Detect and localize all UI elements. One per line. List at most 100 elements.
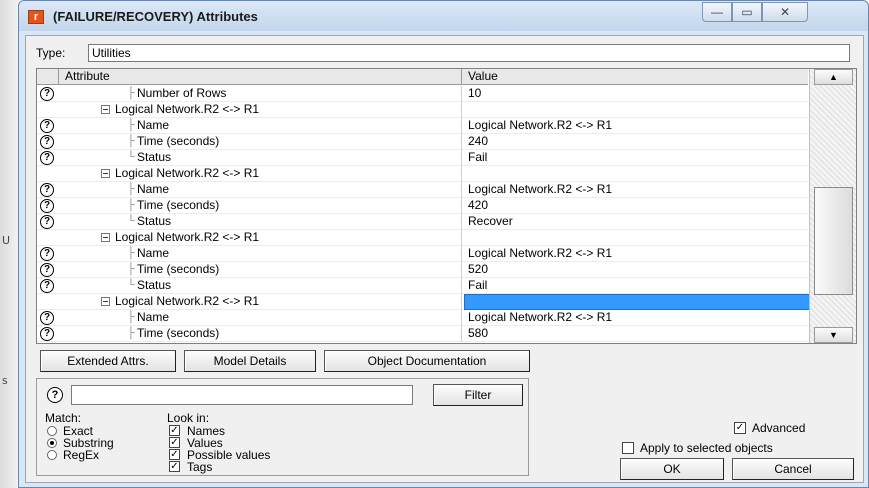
attribute-name-cell[interactable]: Logical Network.R2 <-> R1 (59, 102, 462, 118)
help-icon[interactable]: ? (40, 135, 54, 149)
attribute-value-cell[interactable]: 580 (462, 326, 808, 342)
help-icon[interactable]: ? (40, 279, 54, 293)
attribute-value-cell[interactable]: Logical Network.R2 <-> R1 (462, 118, 808, 134)
help-icon[interactable]: ? (40, 247, 54, 261)
attribute-name-cell[interactable]: └ Status (59, 214, 462, 230)
help-icon[interactable]: ? (40, 311, 54, 325)
group-label: Logical Network.R2 <-> R1 (115, 230, 260, 244)
header-value[interactable]: Value (462, 69, 808, 85)
attribute-name-cell[interactable]: ├ Time (seconds) (59, 262, 462, 278)
attribute-value-cell[interactable]: 420 (462, 198, 808, 214)
attribute-row[interactable]: ? ├ Name Logical Network.R2 <-> R1 (37, 182, 808, 198)
attribute-row[interactable]: ? ├ Time (seconds) 580 (37, 326, 808, 342)
attribute-value-cell[interactable]: Fail (462, 278, 808, 294)
header-attribute[interactable]: Attribute (59, 69, 462, 85)
attribute-row[interactable]: Logical Network.R2 <-> R1 (37, 166, 808, 182)
scroll-thumb[interactable] (814, 187, 853, 295)
attribute-name-cell[interactable]: ├ Time (seconds) (59, 198, 462, 214)
attribute-row[interactable]: ? ├ Time (seconds) 240 (37, 134, 808, 150)
attribute-row[interactable]: ? ├ Name Logical Network.R2 <-> R1 (37, 310, 808, 326)
attribute-row[interactable]: ? ├ Name Logical Network.R2 <-> R1 (37, 246, 808, 262)
minimize-button[interactable]: — (702, 2, 732, 22)
attribute-name-cell[interactable]: ├ Time (seconds) (59, 134, 462, 150)
collapse-icon[interactable] (101, 297, 110, 306)
scroll-up-icon[interactable]: ▲ (814, 69, 853, 85)
help-icon[interactable]: ? (40, 87, 54, 101)
attribute-value-cell[interactable]: 10 (462, 86, 808, 102)
cancel-button[interactable]: Cancel (732, 458, 854, 480)
type-field[interactable]: Utilities (88, 44, 850, 62)
attribute-value-cell[interactable] (464, 294, 819, 310)
attribute-value-cell[interactable]: 520 (462, 262, 808, 278)
attribute-name-cell[interactable]: └ Status (59, 278, 462, 294)
attribute-row[interactable]: Logical Network.R2 <-> R1 (37, 102, 808, 118)
match-radio[interactable] (47, 426, 57, 436)
attribute-value-cell[interactable] (462, 166, 808, 182)
object-documentation-button[interactable]: Object Documentation (324, 350, 530, 372)
attribute-value-cell[interactable]: Logical Network.R2 <-> R1 (462, 246, 808, 262)
attribute-name-cell[interactable]: ├ Name (59, 246, 462, 262)
attribute-value-cell[interactable]: Logical Network.R2 <-> R1 (462, 182, 808, 198)
attribute-value-cell[interactable] (462, 102, 808, 118)
attribute-name-cell[interactable]: ├ Name (59, 310, 462, 326)
match-radio[interactable] (47, 438, 57, 448)
attribute-value-cell[interactable]: Recover (462, 214, 808, 230)
attribute-name-cell[interactable]: ├ Name (59, 182, 462, 198)
look-in-option-label[interactable]: Tags (187, 460, 212, 474)
search-input[interactable] (71, 385, 413, 405)
attribute-row[interactable]: ? └ Status Recover (37, 214, 808, 230)
help-icon[interactable]: ? (40, 119, 54, 133)
filter-button[interactable]: Filter (433, 384, 523, 406)
attribute-row[interactable]: Logical Network.R2 <-> R1 (37, 294, 819, 310)
attribute-value-cell[interactable]: 240 (462, 134, 808, 150)
attribute-row[interactable]: Logical Network.R2 <-> R1 (37, 230, 808, 246)
attribute-name-cell[interactable]: Logical Network.R2 <-> R1 (59, 294, 462, 310)
maximize-button[interactable]: ▭ (732, 2, 762, 22)
ok-button[interactable]: OK (620, 458, 724, 480)
attribute-row[interactable]: ? └ Status Fail (37, 150, 808, 166)
apply-selected-checkbox[interactable] (622, 442, 634, 454)
attribute-value-cell[interactable]: Logical Network.R2 <-> R1 (462, 310, 808, 326)
help-icon[interactable]: ? (40, 327, 54, 341)
attribute-value-cell[interactable]: Fail (462, 150, 808, 166)
attribute-row[interactable]: ? ├ Number of Rows 10 (37, 86, 808, 102)
attribute-name-cell[interactable]: ├ Name (59, 118, 462, 134)
attribute-row[interactable]: ? ├ Time (seconds) 520 (37, 262, 808, 278)
title-bar[interactable]: r (FAILURE/RECOVERY) Attributes — ▭ ✕ (19, 1, 868, 31)
collapse-icon[interactable] (101, 105, 110, 114)
look-in-checkbox[interactable]: ✓ (169, 425, 180, 436)
look-in-checkbox[interactable]: ✓ (169, 437, 180, 448)
match-radio[interactable] (47, 450, 57, 460)
vertical-scrollbar[interactable]: ▲ ▼ (809, 69, 856, 343)
match-option-label[interactable]: RegEx (63, 448, 99, 462)
extended-attrs-button[interactable]: Extended Attrs. (40, 350, 176, 372)
attributes-dialog: r (FAILURE/RECOVERY) Attributes — ▭ ✕ Ty… (18, 0, 869, 488)
attribute-name-cell[interactable]: Logical Network.R2 <-> R1 (59, 166, 462, 182)
help-icon[interactable]: ? (47, 387, 63, 403)
close-button[interactable]: ✕ (762, 2, 808, 22)
attribute-row[interactable]: ? ├ Name Logical Network.R2 <-> R1 (37, 118, 808, 134)
help-icon[interactable]: ? (40, 199, 54, 213)
attribute-row[interactable]: ? ├ Time (seconds) 420 (37, 198, 808, 214)
attribute-grid[interactable]: Attribute Value ? ├ Number of Rows 10 Logica… (36, 68, 857, 344)
attribute-name-cell[interactable]: ├ Time (seconds) (59, 326, 462, 342)
attribute-row[interactable]: ? └ Status Fail (37, 278, 808, 294)
apply-selected-label[interactable]: Apply to selected objects (640, 441, 773, 455)
attribute-name-cell[interactable]: ├ Number of Rows (59, 86, 462, 102)
help-icon[interactable]: ? (40, 151, 54, 165)
collapse-icon[interactable] (101, 233, 110, 242)
attribute-name-cell[interactable]: └ Status (59, 150, 462, 166)
help-icon[interactable]: ? (40, 183, 54, 197)
look-in-checkbox[interactable]: ✓ (169, 449, 180, 460)
advanced-label[interactable]: Advanced (752, 421, 805, 435)
model-details-button[interactable]: Model Details (184, 350, 316, 372)
help-icon[interactable]: ? (40, 215, 54, 229)
advanced-checkbox[interactable]: ✓ (734, 422, 746, 434)
look-in-checkbox[interactable]: ✓ (169, 461, 180, 472)
collapse-icon[interactable] (101, 169, 110, 178)
scroll-down-icon[interactable]: ▼ (814, 327, 853, 343)
help-icon[interactable]: ? (40, 263, 54, 277)
group-label: Logical Network.R2 <-> R1 (115, 102, 260, 116)
attribute-value-cell[interactable] (462, 230, 808, 246)
attribute-name-cell[interactable]: Logical Network.R2 <-> R1 (59, 230, 462, 246)
